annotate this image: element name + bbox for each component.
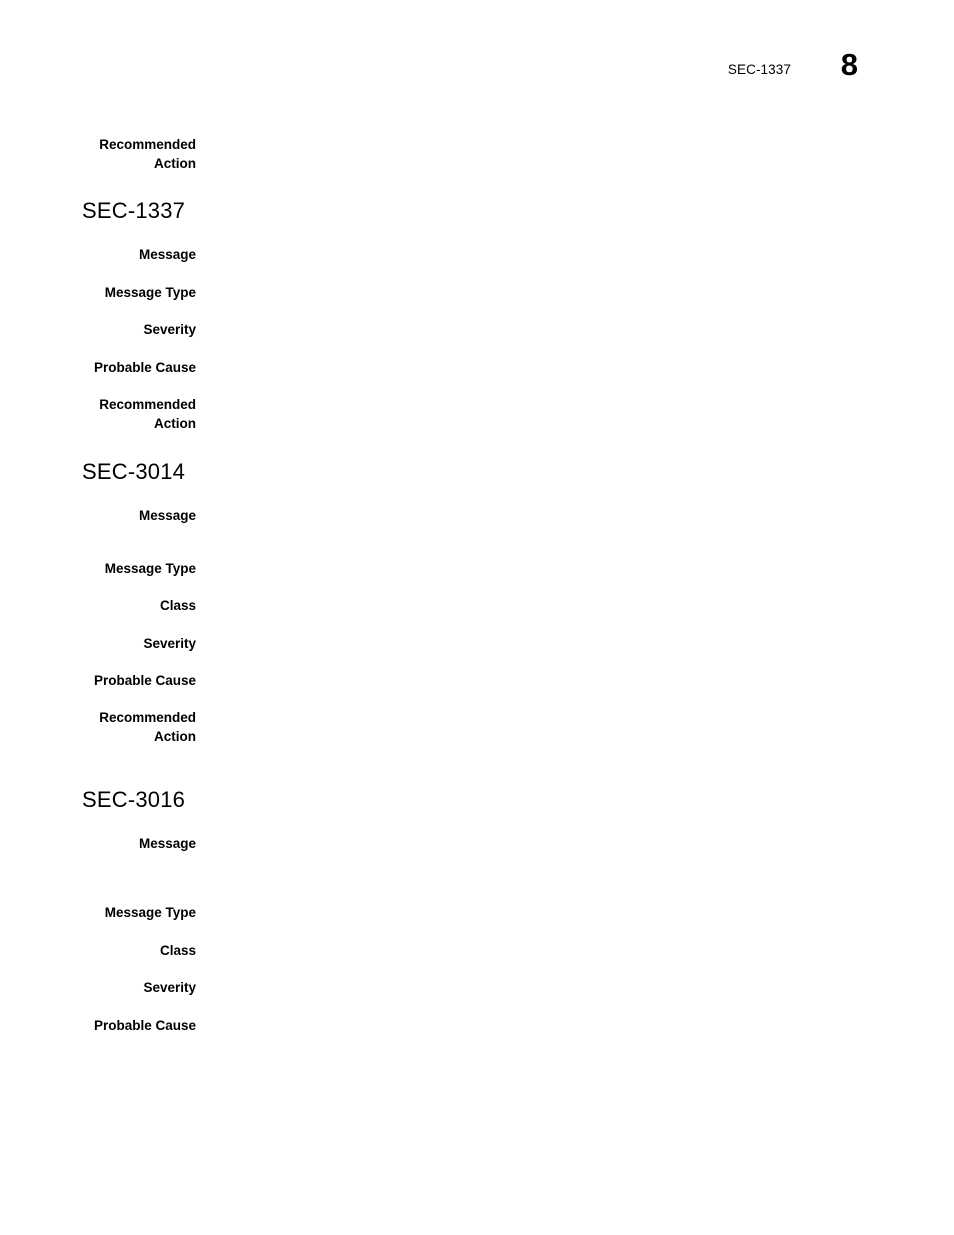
- entry-label-probable-cause: Probable Cause: [93, 360, 196, 375]
- entry-label-severity: Severity: [143, 980, 196, 995]
- entry-label-message: Message: [138, 508, 196, 523]
- entry-label-recommended-action: Recommended Action: [99, 137, 196, 171]
- entry-value-message-type: [218, 284, 918, 285]
- page-header: SEC-1337 8: [0, 49, 954, 101]
- entry-value-recommended-action: [218, 396, 918, 397]
- entry-value-message: [218, 835, 918, 836]
- section-heading-sec-3016: SEC-3016: [82, 787, 186, 812]
- entry-label-recommended-action: Recommended Action: [99, 397, 196, 431]
- entry-value-recommended-action: [218, 709, 918, 710]
- entry-value-probable-cause: [218, 1017, 918, 1018]
- document-page: SEC-1337 8 Recommended Action SEC-1337 M…: [0, 0, 954, 1235]
- entry-label-message-type: Message Type: [104, 285, 196, 300]
- entry-label-message-type: Message Type: [104, 561, 196, 576]
- entry-value-severity: [218, 979, 918, 980]
- entry-label-probable-cause: Probable Cause: [93, 1018, 196, 1033]
- section-heading-sec-3014: SEC-3014: [82, 459, 186, 484]
- entry-value-message-type: [218, 904, 918, 905]
- entry-label-message-type: Message Type: [104, 905, 196, 920]
- entry-label-class: Class: [159, 598, 196, 613]
- entry-label-message: Message: [138, 247, 196, 262]
- entry-label-recommended-action: Recommended Action: [99, 710, 196, 744]
- entry-label-message: Message: [138, 836, 196, 851]
- entry-value-probable-cause: [218, 672, 918, 673]
- entry-value-severity: [218, 635, 918, 636]
- entry-value-recommended-action: [218, 136, 918, 137]
- entry-value-class: [218, 942, 918, 943]
- entry-value-message: [218, 507, 918, 508]
- entry-value-message: [218, 246, 918, 247]
- section-heading-sec-1337: SEC-1337: [82, 198, 186, 223]
- entry-label-probable-cause: Probable Cause: [93, 673, 196, 688]
- entry-value-severity: [218, 321, 918, 322]
- entry-value-message-type: [218, 560, 918, 561]
- entry-label-severity: Severity: [143, 322, 196, 337]
- entry-label-class: Class: [159, 943, 196, 958]
- entry-value-class: [218, 597, 918, 598]
- header-chapter-label: SEC-1337: [727, 62, 791, 77]
- entry-value-probable-cause: [218, 359, 918, 360]
- page-number: 8: [840, 47, 858, 82]
- entry-label-severity: Severity: [143, 636, 196, 651]
